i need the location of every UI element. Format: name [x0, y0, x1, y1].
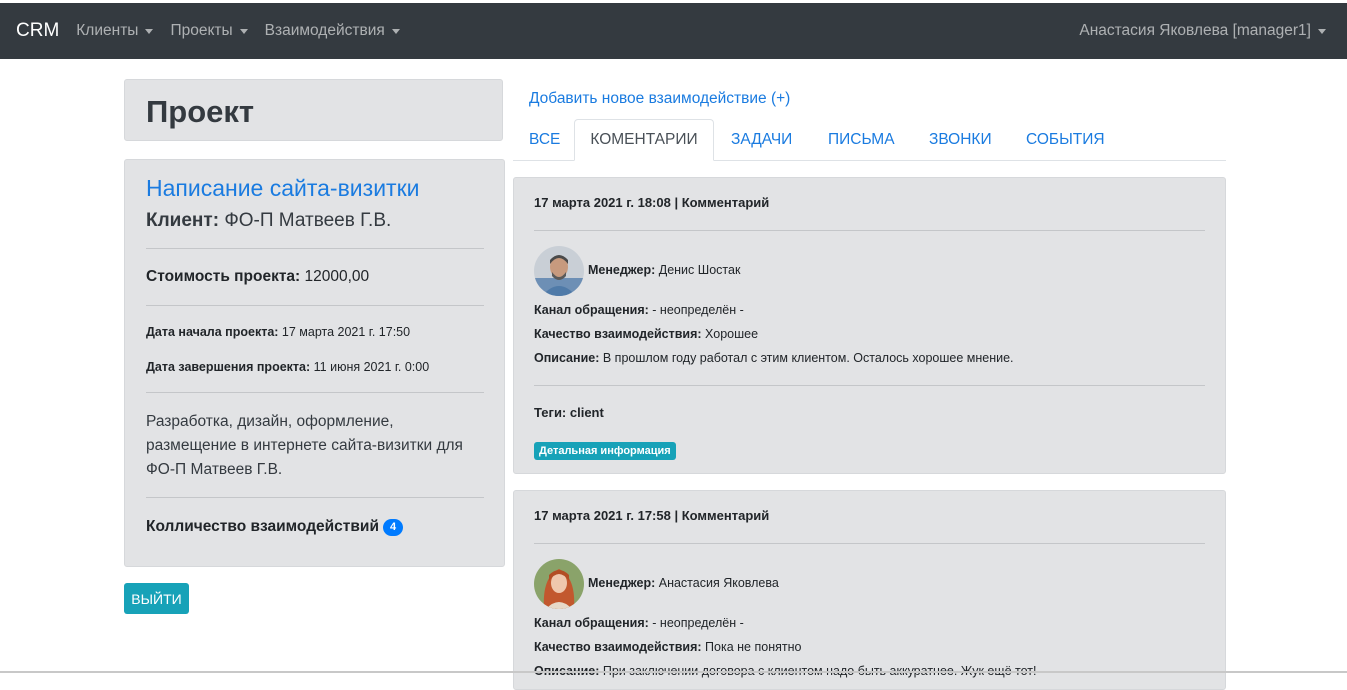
avatar: [534, 246, 584, 296]
cost-value: 12000,00: [304, 268, 370, 285]
client-label: Клиент:: [146, 210, 220, 231]
quality-label: Качество взаимодействия:: [534, 327, 702, 341]
channel-line: Канал обращения: - неопределён -: [534, 303, 744, 317]
divider: [146, 497, 484, 498]
user-menu-label: Анастасия Яковлева [manager1]: [1079, 22, 1311, 39]
manager-name: Анастасия Яковлева: [658, 576, 779, 590]
quality-label: Качество взаимодействия:: [534, 640, 702, 654]
interaction-header: 17 марта 2021 г. 17:58 | Комментарий: [534, 508, 770, 523]
chevron-down-icon: [391, 28, 400, 34]
end-date-value: 11 июня 2021 г. 0:00: [313, 360, 430, 374]
tab-tasks[interactable]: ЗАДАЧИ: [731, 119, 792, 161]
nav-projects-label: Проекты: [170, 22, 233, 39]
manager-line: Менеджер: Анастасия Яковлева: [588, 576, 779, 590]
manager-label: Менеджер:: [588, 263, 656, 277]
project-description: Разработка, дизайн, оформление, размещен…: [146, 413, 463, 478]
divider: [146, 305, 484, 306]
project-name-link[interactable]: Написание сайта-визитки: [146, 175, 420, 202]
avatar: [534, 559, 584, 609]
brand-logo[interactable]: CRM: [16, 20, 59, 42]
navbar: CRM Клиенты Проекты Взаимодействия Анаст…: [0, 3, 1347, 59]
client-line: Клиент: ФО-П Матвеев Г.В.: [146, 210, 391, 232]
chevron-down-icon: [145, 28, 154, 34]
description-label: Описание:: [534, 351, 600, 365]
tab-comments[interactable]: КОМЕНТАРИИ: [574, 119, 714, 161]
manager-name: Денис Шостак: [658, 263, 741, 277]
user-menu[interactable]: Анастасия Яковлева [manager1]: [1079, 22, 1326, 40]
divider: [534, 230, 1205, 231]
quality-line: Качество взаимодействия: Пока не понятно: [534, 640, 801, 654]
interaction-card: 17 марта 2021 г. 17:58 | Комментарий Мен…: [513, 490, 1226, 690]
interactions-count-badge: 4: [382, 518, 404, 536]
cost-line: Стоимость проекта: 12000,00: [146, 268, 369, 286]
tab-letters[interactable]: ПИСЬМА: [828, 119, 895, 161]
divider: [534, 543, 1205, 544]
start-date-line: Дата начала проекта: 17 марта 2021 г. 17…: [146, 325, 410, 339]
quality-value: Хорошее: [705, 327, 759, 341]
channel-line: Канал обращения: - неопределён -: [534, 616, 744, 630]
page-title: Проект: [146, 94, 255, 129]
start-date-value: 17 марта 2021 г. 17:50: [281, 325, 411, 339]
interaction-header: 17 марта 2021 г. 18:08 | Комментарий: [534, 195, 770, 210]
divider: [534, 385, 1205, 386]
tab-all[interactable]: ВСЕ: [529, 119, 560, 161]
channel-label: Канал обращения:: [534, 303, 649, 317]
description-line: Описание: В прошлом году работал с этим …: [534, 351, 1014, 365]
detail-info-button[interactable]: Детальная информация: [534, 442, 676, 460]
divider: [146, 392, 484, 393]
channel-value: - неопределён -: [652, 303, 744, 317]
tags-line: Теги: client: [534, 405, 604, 420]
nav-clients[interactable]: Клиенты: [76, 22, 154, 40]
interaction-tabs: ВСЕ КОМЕНТАРИИ ЗАДАЧИ ПИСЬМА ЗВОНКИ СОБЫ…: [513, 119, 1226, 161]
tab-events[interactable]: СОБЫТИЯ: [1026, 119, 1105, 161]
cost-label: Стоимость проекта:: [146, 268, 301, 285]
start-date-label: Дата начала проекта:: [146, 325, 279, 339]
interaction-card: 17 марта 2021 г. 18:08 | Комментарий Мен…: [513, 177, 1226, 474]
divider: [146, 248, 484, 249]
chevron-down-icon: [1318, 28, 1326, 34]
quality-value: Пока не понятно: [705, 640, 802, 654]
quality-line: Качество взаимодействия: Хорошее: [534, 327, 758, 341]
nav-interactions[interactable]: Взаимодействия: [265, 22, 400, 40]
nav-interactions-label: Взаимодействия: [264, 22, 385, 39]
manager-label: Менеджер:: [588, 576, 656, 590]
chevron-down-icon: [239, 28, 248, 34]
add-interaction-link[interactable]: Добавить новое взаимодействие (+): [529, 90, 790, 108]
tab-calls[interactable]: ЗВОНКИ: [929, 119, 992, 161]
exit-button[interactable]: ВЫЙТИ: [124, 583, 189, 614]
channel-value: - неопределён -: [652, 616, 744, 630]
channel-label: Канал обращения:: [534, 616, 649, 630]
client-value: ФО-П Матвеев Г.В.: [224, 210, 392, 231]
interactions-count-label: Колличество взаимодействий: [146, 518, 379, 535]
nav-clients-label: Клиенты: [76, 22, 139, 39]
end-date-label: Дата завершения проекта:: [146, 360, 311, 374]
page-title-card: Проект: [124, 79, 503, 141]
end-date-line: Дата завершения проекта: 11 июня 2021 г.…: [146, 360, 429, 374]
manager-line: Менеджер: Денис Шостак: [588, 263, 740, 277]
nav-projects[interactable]: Проекты: [170, 22, 248, 40]
description-value: В прошлом году работал с этим клиентом. …: [602, 351, 1014, 365]
project-info-card: Написание сайта-визитки Клиент: ФО-П Мат…: [124, 159, 505, 567]
interactions-count-line: Колличество взаимодействий 4: [146, 518, 404, 536]
